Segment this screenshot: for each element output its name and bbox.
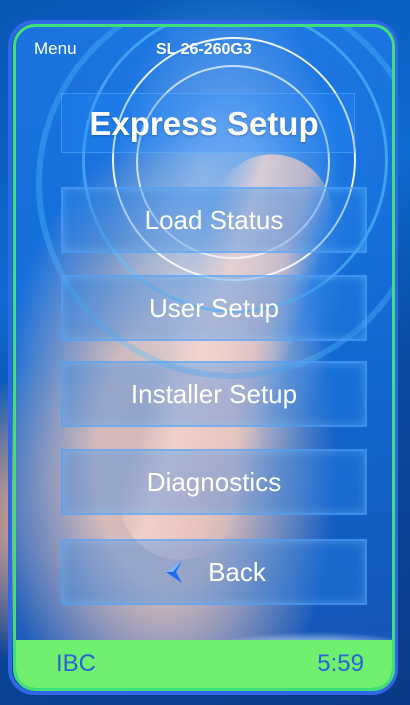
model-title: SL 26-260G3 xyxy=(156,41,252,58)
back-button[interactable]: Back xyxy=(61,539,367,605)
menu-label[interactable]: Menu xyxy=(34,39,77,59)
installer-setup-button[interactable]: Installer Setup xyxy=(61,361,367,427)
page-title: Express Setup xyxy=(89,105,319,142)
clock: 5:59 xyxy=(317,650,364,677)
user-setup-button[interactable]: User Setup xyxy=(61,275,367,341)
diagnostics-button[interactable]: Diagnostics xyxy=(61,449,367,515)
status-bar: IBC 5:59 xyxy=(16,640,392,688)
load-status-button[interactable]: Load Status xyxy=(61,187,367,253)
back-label: Back xyxy=(208,556,266,587)
screen: Menu SL 26-260G3 Express Setup Load Stat… xyxy=(13,24,395,691)
diagnostics-label: Diagnostics xyxy=(146,466,282,497)
status-left-text: IBC xyxy=(56,650,97,677)
device-background: Menu SL 26-260G3 Express Setup Load Stat… xyxy=(0,0,410,705)
load-status-label: Load Status xyxy=(144,204,284,235)
user-setup-label: User Setup xyxy=(148,292,280,323)
installer-setup-label: Installer Setup xyxy=(130,378,298,409)
chevron-left-icon xyxy=(162,559,188,585)
